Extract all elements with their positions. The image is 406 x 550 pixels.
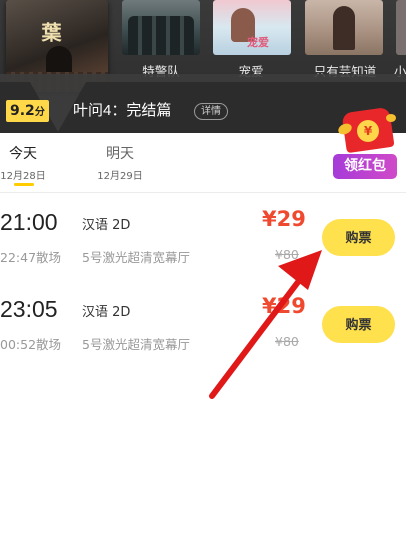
original-price: ¥80 bbox=[275, 247, 299, 262]
end-time: 22:47散场 bbox=[0, 250, 62, 265]
price: ¥29 bbox=[262, 294, 306, 318]
movie-title: 叶问4：完结篇 bbox=[73, 102, 172, 119]
poster-art bbox=[128, 16, 194, 55]
tab-tomorrow[interactable]: 明天 12月29日 bbox=[90, 143, 150, 182]
tab-date-label: 12月29日 bbox=[97, 171, 143, 182]
rating-unit: 分 bbox=[34, 107, 45, 118]
movie-poster-4[interactable] bbox=[396, 0, 406, 55]
movie-poster-3[interactable] bbox=[305, 0, 383, 55]
detail-button[interactable]: 详情 bbox=[194, 103, 228, 120]
red-packet-label: 领红包 bbox=[333, 154, 397, 179]
hall-name: 5号激光超清宽幕厅 bbox=[82, 337, 190, 352]
start-time: 23:05 bbox=[0, 296, 58, 322]
rating-value: 9.2 bbox=[10, 103, 35, 119]
end-time: 00:52散场 bbox=[0, 337, 62, 352]
poster-title-art: 葉 bbox=[38, 22, 62, 42]
showtime-row[interactable]: 23:05 00:52散场 汉语 2D 5号激光超清宽幕厅 ¥29 ¥80 购票 bbox=[0, 292, 406, 378]
language-format: 汉语 2D bbox=[82, 218, 131, 233]
hall-name: 5号激光超清宽幕厅 bbox=[82, 250, 190, 265]
tab-date-label: 12月28日 bbox=[0, 171, 46, 182]
movie-poster-2[interactable]: 宠爱 bbox=[213, 0, 291, 55]
gold-ingot-icon bbox=[386, 114, 396, 122]
price: ¥29 bbox=[262, 207, 306, 231]
original-price: ¥80 bbox=[275, 334, 299, 349]
active-tab-indicator bbox=[14, 183, 34, 186]
showtime-row[interactable]: 21:00 22:47散场 汉语 2D 5号激光超清宽幕厅 ¥29 ¥80 购票 bbox=[0, 205, 406, 291]
rating-badge: 9.2分 bbox=[6, 100, 49, 122]
buy-ticket-button[interactable]: 购票 bbox=[322, 306, 395, 343]
tab-day-label: 今天 bbox=[9, 146, 37, 162]
movie-poster-1[interactable] bbox=[122, 0, 200, 55]
poster-logo: 宠爱 bbox=[247, 36, 269, 49]
language-format: 汉语 2D bbox=[82, 305, 131, 320]
yuan-coin-icon: ¥ bbox=[357, 120, 379, 142]
poster-art bbox=[333, 6, 355, 50]
tab-today[interactable]: 今天 12月28日 bbox=[0, 143, 46, 182]
buy-ticket-button[interactable]: 购票 bbox=[322, 219, 395, 256]
start-time: 21:00 bbox=[0, 209, 58, 235]
red-packet-widget[interactable]: ¥ 领红包 bbox=[330, 106, 400, 182]
tab-day-label: 明天 bbox=[106, 146, 134, 162]
